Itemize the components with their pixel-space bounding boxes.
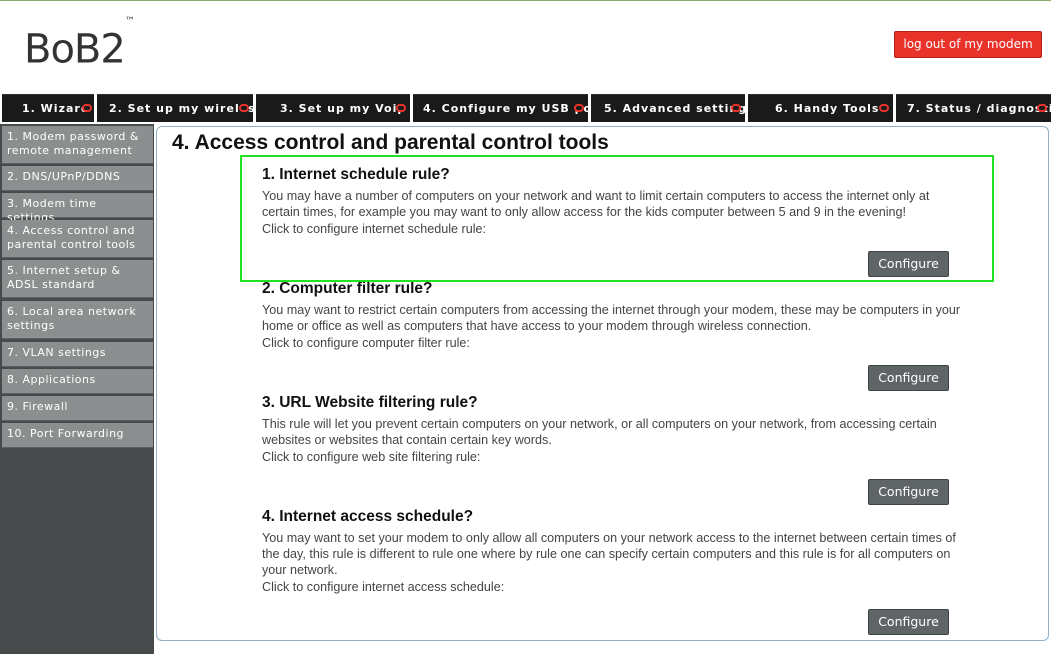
section-heading-url-filtering: 3. URL Website filtering rule? <box>262 394 478 411</box>
logout-button[interactable]: log out of my modem <box>894 31 1042 58</box>
logo-trademark: ™ <box>124 16 135 27</box>
top-navigation: 1. Wizard 2. Set up my wireless 3. Set u… <box>0 94 1051 122</box>
section-cta-internet-access-schedule: Click to configure internet access sched… <box>262 580 505 594</box>
configure-computer-filter-button[interactable]: Configure <box>868 365 949 391</box>
section-text-url-filtering: This rule will let you prevent certain c… <box>262 417 937 447</box>
top-border-line <box>0 0 1051 1</box>
tab-wizard[interactable]: 1. Wizard <box>2 94 94 122</box>
tab-status-diagnostics[interactable]: 7. Status / diagnostics <box>896 94 1051 122</box>
tab-wireless[interactable]: 2. Set up my wireless <box>97 94 253 122</box>
tab-label: 5. Advanced settings <box>604 102 745 115</box>
sidebar-item-modem-password[interactable]: 1. Modem password & remote management <box>2 126 153 164</box>
sidebar-item-internet-setup[interactable]: 5. Internet setup & ADSL standard <box>2 260 153 298</box>
tab-handy-tools[interactable]: 6. Handy Tools <box>748 94 893 122</box>
sidebar-item-port-forwarding[interactable]: 10. Port Forwarding <box>2 423 153 448</box>
logo-text: BoB2 <box>24 26 126 73</box>
sidebar-item-vlan-settings[interactable]: 7. VLAN settings <box>2 342 153 367</box>
sidebar-item-access-control[interactable]: 4. Access control and parental control t… <box>2 220 153 258</box>
tab-label: 6. Handy Tools <box>775 102 880 115</box>
section-heading-computer-filter: 2. Computer filter rule? <box>262 280 433 297</box>
tab-advanced-settings[interactable]: 5. Advanced settings <box>591 94 745 122</box>
tab-usb-port[interactable]: 4. Configure my USB port <box>413 94 588 122</box>
highlight-box <box>240 155 994 282</box>
tab-label: 4. Configure my USB port <box>423 102 588 115</box>
section-cta-url-filtering: Click to configure web site filtering ru… <box>262 450 481 464</box>
sidebar-item-firewall[interactable]: 9. Firewall <box>2 396 153 421</box>
red-ring-icon <box>82 104 92 112</box>
red-ring-icon <box>879 104 889 112</box>
red-ring-icon <box>574 104 584 112</box>
sidebar-item-applications[interactable]: 8. Applications <box>2 369 153 394</box>
section-cta-computer-filter: Click to configure computer filter rule: <box>262 336 470 350</box>
sidebar-item-dns-upnp-ddns[interactable]: 2. DNS/UPnP/DDNS <box>2 166 153 191</box>
sidebar-item-lan-settings[interactable]: 6. Local area network settings <box>2 301 153 339</box>
tab-voip[interactable]: 3. Set up my Voip <box>256 94 410 122</box>
sidebar: 1. Modem password & remote management 2.… <box>0 124 154 654</box>
red-ring-icon <box>1037 104 1047 112</box>
section-text-computer-filter: You may want to restrict certain compute… <box>262 303 961 333</box>
tab-label: 3. Set up my Voip <box>280 102 407 115</box>
sidebar-item-modem-time[interactable]: 3. Modem time settings <box>2 193 153 224</box>
bob2-logo: BoB2™ <box>24 16 135 73</box>
tab-label: 1. Wizard <box>22 102 90 115</box>
configure-internet-access-schedule-button[interactable]: Configure <box>868 609 949 635</box>
tab-label: 2. Set up my wireless <box>109 102 253 115</box>
red-ring-icon <box>731 104 741 112</box>
page-title: 4. Access control and parental control t… <box>172 131 609 154</box>
red-ring-icon <box>239 104 249 112</box>
tab-label: 7. Status / diagnostics <box>907 102 1051 115</box>
section-text-internet-access-schedule: You may want to set your modem to only a… <box>262 531 956 577</box>
section-heading-internet-access-schedule: 4. Internet access schedule? <box>262 508 474 525</box>
red-ring-icon <box>396 104 406 112</box>
configure-url-filtering-button[interactable]: Configure <box>868 479 949 505</box>
